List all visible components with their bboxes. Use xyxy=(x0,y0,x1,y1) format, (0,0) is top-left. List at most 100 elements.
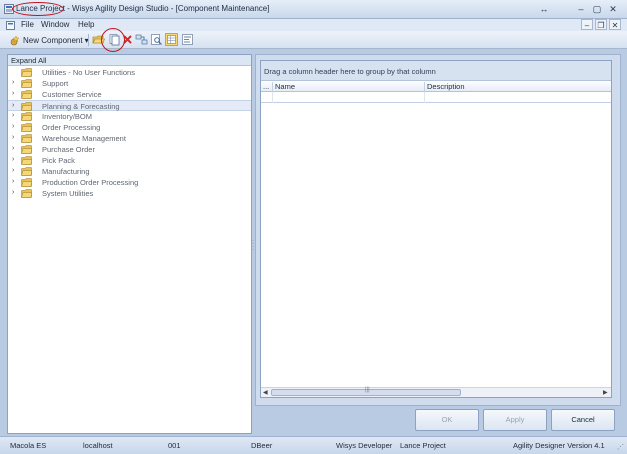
status-company: Macola ES xyxy=(10,441,47,450)
tree-item-label: Customer Service xyxy=(42,90,102,99)
connect-icon[interactable] xyxy=(135,33,148,46)
tree-item[interactable]: › Planning & Forecasting xyxy=(8,100,251,111)
scrollbar-grip-icon: ||| xyxy=(365,387,370,393)
toolbar-separator xyxy=(88,34,89,46)
group-by-hint: Drag a column header here to group by th… xyxy=(264,67,436,76)
folder-icon xyxy=(21,90,33,99)
status-code: 001 xyxy=(168,441,181,450)
folder-icon xyxy=(21,68,33,77)
tree-item[interactable]: › Production Order Processing xyxy=(8,177,251,188)
status-server: localhost xyxy=(83,441,113,450)
grid-new-row[interactable] xyxy=(261,92,611,103)
window-maximize-button[interactable]: ▢ xyxy=(590,3,604,15)
component-grid: Drag a column header here to group by th… xyxy=(260,60,612,398)
new-row-description-cell[interactable] xyxy=(425,92,611,103)
menu-window[interactable]: Window xyxy=(41,20,69,29)
tree-item-label: Manufacturing xyxy=(42,167,90,176)
tree-item[interactable]: › System Utilities xyxy=(8,188,251,199)
expand-chevron-icon[interactable]: › xyxy=(12,145,14,152)
menu-help[interactable]: Help xyxy=(78,20,94,29)
grid-view-icon[interactable] xyxy=(165,33,178,46)
expand-chevron-icon[interactable]: › xyxy=(12,178,14,185)
window-close-button[interactable]: ✕ xyxy=(606,3,620,15)
column-header-name[interactable]: Name xyxy=(273,82,425,92)
folder-icon xyxy=(21,134,33,143)
search-document-icon[interactable] xyxy=(150,33,163,46)
mdi-close-button[interactable]: ✕ xyxy=(609,19,621,30)
cancel-button[interactable]: Cancel xyxy=(551,409,615,431)
column-header-description[interactable]: Description xyxy=(425,82,611,92)
tree-item-label: Utilities - No User Functions xyxy=(42,68,135,77)
tree-item-label: Order Processing xyxy=(42,123,101,132)
tree-item-label: Purchase Order xyxy=(42,145,95,154)
resize-grip-icon[interactable]: ⋰ xyxy=(617,443,624,451)
tree-item[interactable]: › Purchase Order xyxy=(8,144,251,155)
menu-bar: File Window Help – ❐ ✕ xyxy=(0,19,627,31)
new-row-name-cell[interactable] xyxy=(273,92,425,103)
expand-chevron-icon[interactable]: › xyxy=(12,102,14,109)
folder-icon xyxy=(21,189,33,198)
tree-item-label: Planning & Forecasting xyxy=(42,102,120,111)
folder-icon xyxy=(21,79,33,88)
column-header-indicator[interactable]: ... xyxy=(261,82,273,92)
status-role: Wisys Developer xyxy=(336,441,393,450)
expand-all-button[interactable]: Expand All xyxy=(8,55,251,66)
group-by-panel[interactable]: Drag a column header here to group by th… xyxy=(261,61,611,81)
tree-item-label: Warehouse Management xyxy=(42,134,126,143)
folder-icon xyxy=(21,178,33,187)
new-component-icon xyxy=(10,35,20,45)
tree-item[interactable]: › Manufacturing xyxy=(8,166,251,177)
folder-icon xyxy=(21,123,33,132)
folder-icon xyxy=(21,112,33,121)
tree-item[interactable]: › Support xyxy=(8,78,251,89)
tree-item[interactable]: › Pick Pack xyxy=(8,155,251,166)
tree-item[interactable]: › Customer Service xyxy=(8,89,251,100)
mdi-minimize-button[interactable]: – xyxy=(581,19,593,30)
tree-item[interactable]: Utilities - No User Functions xyxy=(8,67,251,78)
title-bar: Lance Project - Wisys Agility Design Stu… xyxy=(0,0,627,19)
tree-item-label: Pick Pack xyxy=(42,156,75,165)
expand-chevron-icon[interactable]: › xyxy=(12,134,14,141)
expand-chevron-icon[interactable]: › xyxy=(12,123,14,130)
folder-icon xyxy=(21,167,33,176)
menu-file[interactable]: File xyxy=(21,20,34,29)
window-restore-button[interactable]: ↔ xyxy=(537,3,551,15)
expand-all-label: Expand All xyxy=(11,56,47,65)
apply-button[interactable]: Apply xyxy=(483,409,547,431)
tree-item-label: Support xyxy=(42,79,69,88)
document-app-icon[interactable] xyxy=(6,21,15,30)
window-title-rest: - Wisys Agility Design Studio - [Compone… xyxy=(64,4,270,13)
tree-item-label: System Utilities xyxy=(42,189,94,198)
copy-annotation-circle xyxy=(101,28,125,52)
status-database: DBeer xyxy=(251,441,273,450)
new-component-button[interactable]: New Component ▾ xyxy=(10,33,89,47)
expand-chevron-icon[interactable]: › xyxy=(12,90,14,97)
scroll-right-icon[interactable]: ▶ xyxy=(603,389,608,396)
mdi-restore-button[interactable]: ❐ xyxy=(595,19,607,30)
tree-item-label: Production Order Processing xyxy=(42,178,139,187)
expand-chevron-icon[interactable]: › xyxy=(12,79,14,86)
grid-column-header: ... Name Description xyxy=(261,81,611,92)
expand-chevron-icon[interactable]: › xyxy=(12,189,14,196)
component-tree-panel: Expand All Utilities - No User Functions… xyxy=(7,54,252,434)
tree-item[interactable]: › Inventory/BOM xyxy=(8,111,251,122)
window-minimize-button[interactable]: – xyxy=(574,3,588,15)
tree-item-label: Inventory/BOM xyxy=(42,112,93,121)
folder-icon xyxy=(21,102,33,111)
folder-icon xyxy=(21,145,33,154)
status-project: Lance Project xyxy=(400,441,446,450)
expand-chevron-icon[interactable]: › xyxy=(12,112,14,119)
tree-item[interactable]: › Order Processing xyxy=(8,122,251,133)
scroll-left-icon[interactable]: ◀ xyxy=(263,389,268,396)
tree-item[interactable]: › Warehouse Management xyxy=(8,133,251,144)
grid-horizontal-scrollbar[interactable]: ◀ ||| ▶ xyxy=(261,387,611,397)
status-bar: Macola ES localhost 001 DBeer Wisys Deve… xyxy=(0,436,627,454)
folder-icon xyxy=(21,156,33,165)
ok-button[interactable]: OK xyxy=(415,409,479,431)
project-annotation-circle xyxy=(12,2,64,16)
expand-chevron-icon[interactable]: › xyxy=(12,167,14,174)
toolbar: New Component ▾ xyxy=(0,28,627,52)
new-component-label: New Component xyxy=(23,35,83,45)
expand-chevron-icon[interactable]: › xyxy=(12,156,14,163)
properties-icon[interactable] xyxy=(181,33,194,46)
